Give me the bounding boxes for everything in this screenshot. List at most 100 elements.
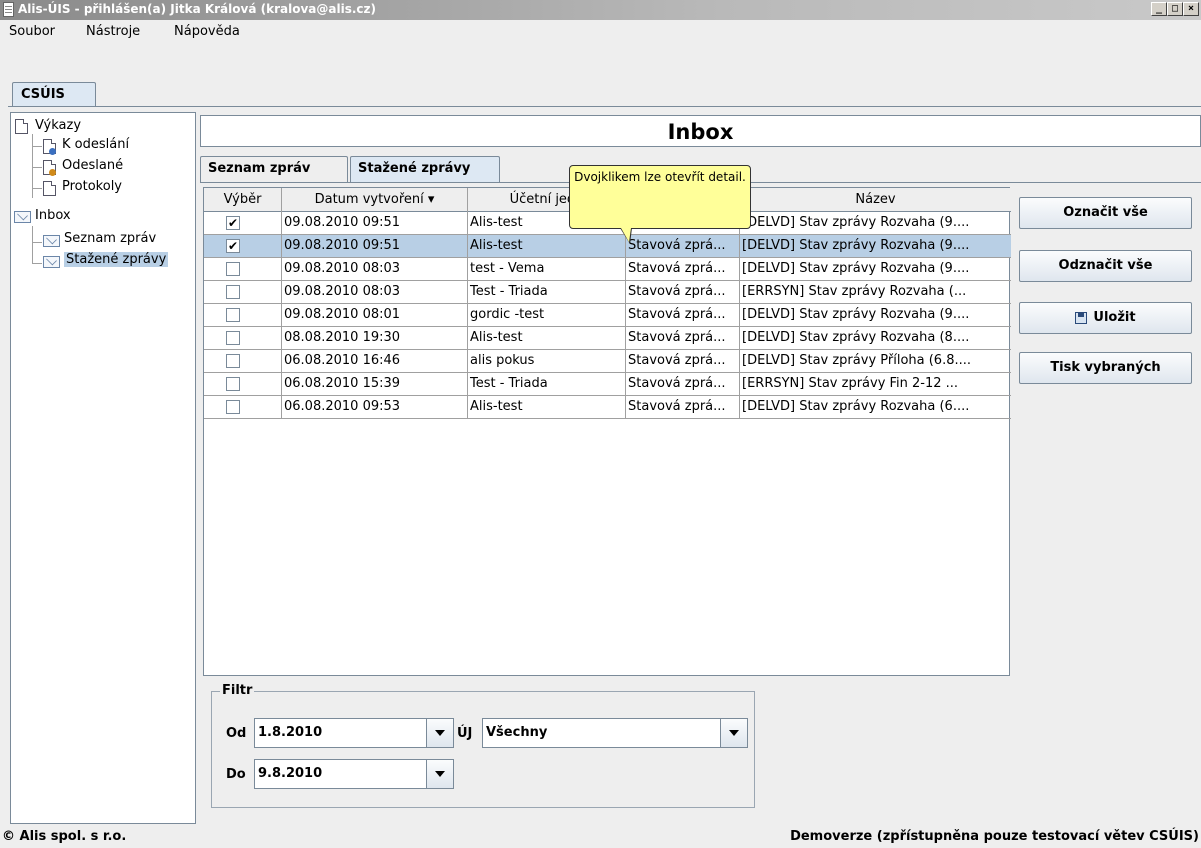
- title-bar: Alis-ÚIS - přihlášen(a) Jitka Králová (k…: [0, 0, 1201, 20]
- tree-item-protokoly[interactable]: Protokoly: [62, 179, 122, 194]
- row-checkbox[interactable]: [226, 377, 240, 391]
- row-checkbox[interactable]: [226, 331, 240, 345]
- save-button[interactable]: Uložit: [1019, 302, 1192, 334]
- messages-table[interactable]: Výběr Datum vytvoření ▾ Účetní jedn Náze…: [203, 187, 1011, 676]
- type-cell: Stavová zprá...: [626, 396, 740, 419]
- table-row[interactable]: 06.08.2010 16:46 alis pokus Stavová zprá..…: [204, 350, 1011, 373]
- name-cell: [DELVD] Stav zprávy Rozvaha (9....: [740, 212, 1011, 235]
- tab-csuis[interactable]: CSÚIS: [12, 82, 96, 106]
- column-header-datum[interactable]: Datum vytvoření ▾: [282, 188, 468, 212]
- select-cell: [204, 373, 282, 396]
- tab-seznam-zprav-label: Seznam zpráv: [208, 161, 311, 176]
- row-checkbox[interactable]: [226, 400, 240, 414]
- od-date-select[interactable]: 1.8.2010: [254, 718, 454, 748]
- page-title: Inbox: [667, 120, 734, 144]
- envelope-icon: [14, 211, 31, 223]
- date-cell: 06.08.2010 15:39: [282, 373, 468, 396]
- envelope-download-icon: [43, 256, 60, 268]
- window-title: Alis-ÚIS - přihlášen(a) Jitka Králová (k…: [18, 2, 376, 16]
- row-checkbox[interactable]: [226, 262, 240, 276]
- unit-cell: alis pokus: [468, 350, 626, 373]
- window-controls: _ □ ×: [1151, 2, 1199, 16]
- od-label: Od: [226, 726, 247, 741]
- select-cell: [204, 350, 282, 373]
- close-button[interactable]: ×: [1183, 2, 1199, 16]
- date-cell: 09.08.2010 08:03: [282, 281, 468, 304]
- date-cell: 09.08.2010 09:51: [282, 235, 468, 258]
- do-label: Do: [226, 767, 246, 782]
- type-cell: Stavová zprá...: [626, 235, 740, 258]
- row-checkbox[interactable]: [226, 308, 240, 322]
- unit-cell: test - Vema: [468, 258, 626, 281]
- uj-select[interactable]: Všechny: [482, 718, 748, 748]
- name-cell: [DELVD] Stav zprávy Rozvaha (8....: [740, 327, 1011, 350]
- table-row[interactable]: ✔ 09.08.2010 09:51Alis-testStavová zprá..…: [204, 235, 1011, 258]
- chevron-down-icon[interactable]: [720, 719, 747, 747]
- menu-bar: Soubor Nástroje Nápověda: [0, 20, 1201, 44]
- unit-cell: Alis-test: [468, 396, 626, 419]
- date-cell: 09.08.2010 09:51: [282, 212, 468, 235]
- row-checkbox[interactable]: ✔: [226, 239, 240, 253]
- do-date-select[interactable]: 9.8.2010: [254, 759, 454, 789]
- date-cell: 06.08.2010 09:53: [282, 396, 468, 419]
- table-row[interactable]: 06.08.2010 15:39 Test - Triada Stavová zpr…: [204, 373, 1011, 396]
- select-cell: [204, 281, 282, 304]
- table-row[interactable]: 09.08.2010 08:03 Test - Triada Stavová zpr…: [204, 281, 1011, 304]
- tab-seznam-zprav[interactable]: Seznam zpráv: [200, 156, 348, 182]
- chevron-down-icon[interactable]: [426, 760, 453, 788]
- filter-legend: Filtr: [220, 683, 255, 698]
- tree-item-inbox[interactable]: Inbox: [35, 208, 71, 223]
- detail-tooltip: Dvojklikem lze otevřít detail.: [569, 165, 751, 244]
- row-checkbox[interactable]: [226, 354, 240, 368]
- tab-stazene-zpravy[interactable]: Stažené zprávy: [350, 156, 500, 182]
- select-all-label: Označit vše: [1063, 205, 1148, 220]
- minimize-button[interactable]: _: [1151, 2, 1167, 16]
- navigation-tree: Výkazy K odeslání Odeslané Protokoly Inb…: [10, 112, 196, 824]
- od-date-value: 1.8.2010: [258, 725, 323, 740]
- name-cell: [DELVD] Stav zprávy Rozvaha (9....: [740, 235, 1011, 258]
- type-cell: Stavová zprá...: [626, 258, 740, 281]
- table-row[interactable]: 09.08.2010 08:03 test - Vema Stavová zprá.…: [204, 258, 1011, 281]
- deselect-all-button[interactable]: Odznačit vše: [1019, 250, 1192, 282]
- name-cell: [DELVD] Stav zprávy Rozvaha (6....: [740, 396, 1011, 419]
- menu-nastroje[interactable]: Nástroje: [86, 24, 140, 39]
- column-header-nazev[interactable]: Název: [740, 188, 1011, 212]
- date-cell: 09.08.2010 08:01: [282, 304, 468, 327]
- copyright-text: © Alis spol. s r.o.: [2, 829, 127, 844]
- document-clock-icon: [43, 139, 56, 155]
- tree-item-k-odeslani[interactable]: K odeslání: [62, 137, 129, 152]
- chevron-down-icon[interactable]: [426, 719, 453, 747]
- print-selected-button[interactable]: Tisk vybraných: [1019, 352, 1192, 384]
- name-cell: [ERRSYN] Stav zprávy Fin 2-12 ...: [740, 373, 1011, 396]
- menu-soubor[interactable]: Soubor: [9, 24, 55, 39]
- menu-napoveda[interactable]: Nápověda: [174, 24, 240, 39]
- filter-group: Filtr Od 1.8.2010 ÚJ Všechny Do 9.8.2010: [211, 683, 755, 808]
- app-window: Alis-ÚIS - přihlášen(a) Jitka Králová (k…: [0, 0, 1201, 848]
- select-cell: ✔: [204, 235, 282, 258]
- document-icon: [15, 119, 28, 134]
- tree-item-stazene-zpravy[interactable]: Stažené zprávy: [64, 252, 169, 267]
- tree-item-vykazy[interactable]: Výkazy: [35, 118, 81, 133]
- table-row[interactable]: 06.08.2010 09:53 Alis-test Stavová zprá...…: [204, 396, 1011, 419]
- select-cell: [204, 327, 282, 350]
- status-bar: © Alis spol. s r.o. Demoverze (zpřístupn…: [0, 826, 1201, 848]
- envelope-icon: [43, 235, 60, 247]
- table-row[interactable]: 08.08.2010 19:30 Alis-test Stavová zprá...…: [204, 327, 1011, 350]
- maximize-button[interactable]: □: [1167, 2, 1183, 16]
- type-cell: Stavová zprá...: [626, 281, 740, 304]
- row-checkbox[interactable]: [226, 285, 240, 299]
- row-checkbox[interactable]: ✔: [226, 216, 240, 230]
- select-cell: [204, 258, 282, 281]
- tree-item-odeslane[interactable]: Odeslané: [62, 158, 123, 173]
- table-row[interactable]: 09.08.2010 08:01 gordic -test Stavová zprá…: [204, 304, 1011, 327]
- select-cell: [204, 304, 282, 327]
- date-cell: 09.08.2010 08:03: [282, 258, 468, 281]
- tree-item-seznam-zprav[interactable]: Seznam zpráv: [64, 231, 156, 246]
- uj-label: ÚJ: [457, 726, 473, 741]
- select-all-button[interactable]: Označit vše: [1019, 197, 1192, 229]
- tab-csuis-label: CSÚIS: [21, 87, 65, 102]
- unit-cell: gordic -test: [468, 304, 626, 327]
- column-header-vyber[interactable]: Výběr: [204, 188, 282, 212]
- name-cell: [DELVD] Stav zprávy Rozvaha (9....: [740, 304, 1011, 327]
- document-sent-icon: [43, 160, 56, 176]
